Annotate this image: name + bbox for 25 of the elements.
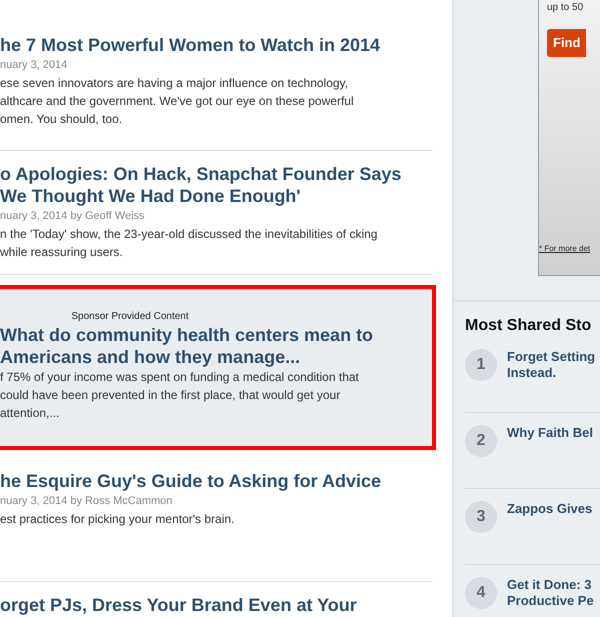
article-title-link[interactable]: orget PJs, Dress Your Brand Even at Your — [0, 594, 432, 616]
article-title-link[interactable]: What do community health centers mean to Americans and how they manage... — [0, 324, 392, 368]
sponsor-label: Sponsor Provided Content — [70, 310, 190, 324]
article-byline: nuary 3, 2014 — [0, 58, 68, 73]
story-link[interactable]: Why Faith Bel — [507, 425, 600, 442]
article-summary: f 75% of your income was spent on funding a medical condition that could have been prevented in the first place, that would get your attention,... — [0, 369, 360, 422]
article-byline: nuary 3, 2014 by Geoff Weiss — [0, 209, 146, 224]
rank-badge: 3 — [465, 501, 497, 534]
article-byline: nuary 3, 2014 by Ross McCammon — [0, 494, 174, 509]
article-summary: ese seven innovators are having a major influence on technology, althcare and the government. We've got our eye on these powerful omen. You should, too. — [0, 75, 355, 128]
article-title-link[interactable]: o Apologies: On Hack, Snapchat Founder Says We Thought We Had Done Enough' — [0, 163, 432, 207]
rank-badge: 2 — [465, 425, 497, 458]
section-heading: Most Shared Sto — [465, 316, 592, 336]
story-link[interactable]: Zappos Gives — [507, 501, 600, 518]
article-title-link[interactable]: he 7 Most Powerful Women to Watch in 2014 — [0, 34, 432, 56]
footnote-link[interactable]: * For more det — [539, 243, 600, 255]
article-summary: n the 'Today' show, the 23-year-old discussed the inevitabilities of cking while reassuring users. — [0, 226, 378, 261]
rank-badge: 4 — [465, 577, 497, 610]
find-button[interactable]: Find — [547, 29, 586, 56]
ad-text: up to 50 — [547, 1, 584, 15]
story-link[interactable]: Forget Setting Instead. — [507, 349, 600, 382]
story-link[interactable]: Get it Done: 3 Productive Pe — [507, 577, 600, 610]
article-summary: est practices for picking your mentor's brain. — [0, 511, 236, 528]
rank-badge: 1 — [465, 349, 497, 382]
article-title-link[interactable]: he Esquire Guy's Guide to Asking for Advice — [0, 470, 432, 492]
